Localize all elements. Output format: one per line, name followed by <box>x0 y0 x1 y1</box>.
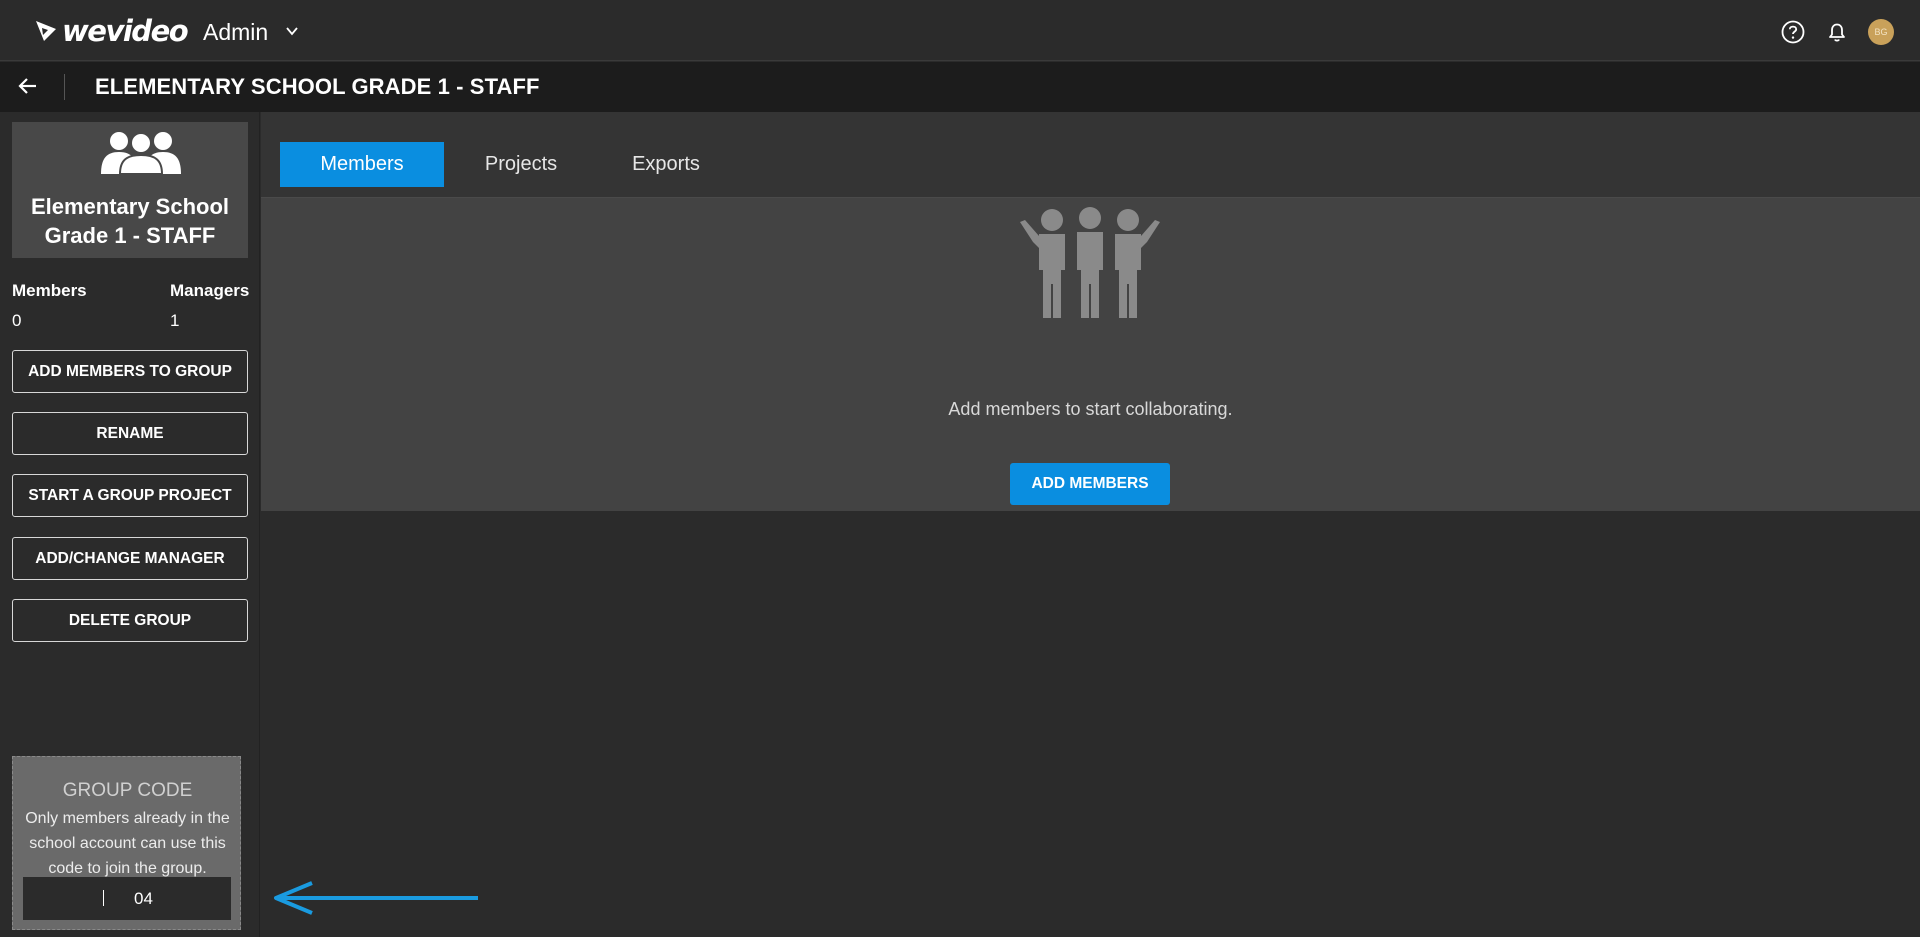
group-sidebar: Elementary School Grade 1 - STAFF Member… <box>0 112 260 937</box>
managers-count-value: 1 <box>170 311 180 330</box>
top-navigation-bar: wevideo Admin BG <box>0 0 1920 61</box>
add-members-to-group-button[interactable]: ADD MEMBERS TO GROUP <box>12 350 248 393</box>
admin-menu-label[interactable]: Admin <box>203 18 268 46</box>
rename-button[interactable]: RENAME <box>12 412 248 455</box>
people-group-icon <box>1020 207 1160 318</box>
empty-state-message: Add members to start collaborating. <box>948 399 1233 419</box>
bell-icon[interactable] <box>1824 19 1850 45</box>
delete-group-button[interactable]: DELETE GROUP <box>12 599 248 642</box>
text-cursor <box>103 890 104 906</box>
group-code-value: 04 <box>134 889 153 908</box>
start-group-project-button[interactable]: START A GROUP PROJECT <box>12 474 248 517</box>
group-code-panel: GROUP CODE Only members already in the s… <box>12 756 241 930</box>
members-empty-state: Add members to start collaborating. ADD … <box>261 198 1920 511</box>
user-avatar[interactable]: BG <box>1868 19 1894 45</box>
members-count-label: Members <box>12 281 87 300</box>
annotation-arrow-icon <box>274 881 478 915</box>
group-people-icon <box>101 132 181 174</box>
chevron-down-icon[interactable] <box>284 23 300 39</box>
page-header: ELEMENTARY SCHOOL GRADE 1 - STAFF <box>0 62 1920 112</box>
group-name: Elementary School Grade 1 - STAFF <box>30 194 230 248</box>
tab-exports[interactable]: Exports <box>609 142 723 187</box>
help-icon[interactable] <box>1780 19 1806 45</box>
tab-members[interactable]: Members <box>280 142 444 187</box>
header-divider <box>64 74 65 100</box>
group-card: Elementary School Grade 1 - STAFF <box>12 122 248 258</box>
group-code-description: Only members already in the school accou… <box>25 810 230 877</box>
group-tabs: Members Projects Exports <box>261 112 1920 198</box>
arrow-left-icon[interactable] <box>16 74 40 98</box>
wevideo-logo-icon <box>36 21 56 41</box>
add-change-manager-button[interactable]: ADD/CHANGE MANAGER <box>12 537 248 580</box>
members-count-value: 0 <box>12 311 22 330</box>
group-code-field[interactable]: 04 <box>23 877 231 920</box>
tab-projects[interactable]: Projects <box>464 142 578 187</box>
wevideo-logo-text: wevideo <box>62 14 189 48</box>
group-code-title: GROUP CODE <box>62 780 193 801</box>
managers-count-label: Managers <box>170 281 250 300</box>
add-members-button[interactable]: ADD MEMBERS <box>1010 463 1170 505</box>
wevideo-logo[interactable]: wevideo <box>34 14 189 48</box>
page-title: ELEMENTARY SCHOOL GRADE 1 - STAFF <box>95 74 540 99</box>
